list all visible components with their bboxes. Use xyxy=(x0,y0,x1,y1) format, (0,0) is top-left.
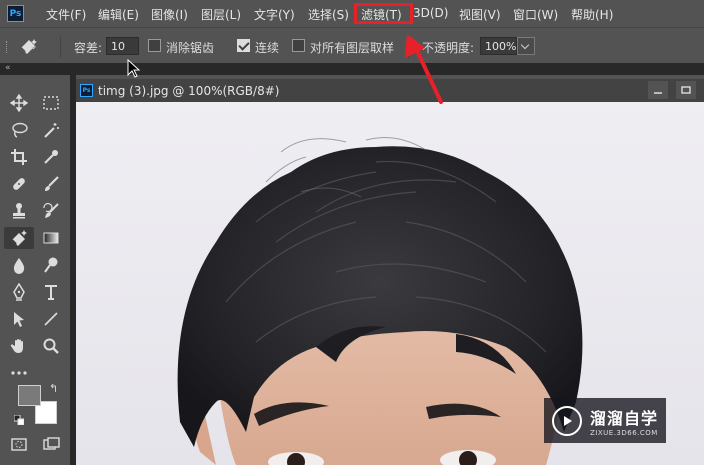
collapse-panel-icon[interactable]: « xyxy=(5,63,11,73)
more-tools-icon xyxy=(11,371,27,375)
gradient-icon xyxy=(43,232,59,244)
line-tool[interactable] xyxy=(38,308,64,330)
dodge-tool[interactable] xyxy=(38,254,64,276)
quick-mask-icon xyxy=(11,438,27,451)
opacity-dropdown-button[interactable] xyxy=(517,37,535,55)
clone-stamp-tool[interactable] xyxy=(6,200,32,222)
menu-image[interactable]: 图像(I) xyxy=(151,6,188,23)
pen-tool[interactable] xyxy=(6,281,32,303)
menu-layer[interactable]: 图层(L) xyxy=(201,6,241,23)
menu-select[interactable]: 选择(S) xyxy=(308,6,349,23)
panel-header-strip xyxy=(0,63,704,75)
line-icon xyxy=(44,312,58,326)
menu-help[interactable]: 帮助(H) xyxy=(571,6,613,23)
gradient-tool[interactable] xyxy=(38,227,64,249)
minimize-button[interactable] xyxy=(648,81,668,99)
antialias-checkbox[interactable] xyxy=(148,39,161,52)
type-tool[interactable] xyxy=(38,281,64,303)
menu-bar: Ps 文件(F) 编辑(E) 图像(I) 图层(L) 文字(Y) 选择(S) 滤… xyxy=(0,0,704,27)
screen-mode-icon xyxy=(43,437,60,450)
marquee-icon xyxy=(43,96,59,110)
watermark-url: ZIXUE.3D66.COM xyxy=(590,428,658,437)
eyedropper-tool[interactable] xyxy=(38,146,64,168)
crop-icon xyxy=(11,149,27,165)
annotation-arrow-icon xyxy=(405,34,443,104)
blur-tool[interactable] xyxy=(6,254,32,276)
clone-stamp-icon xyxy=(13,203,25,219)
maximize-icon xyxy=(681,86,691,94)
document-tab-bar: Ps timg (3).jpg @ 100%(RGB/8#) xyxy=(76,79,704,102)
document-ps-icon: Ps xyxy=(80,84,93,97)
dodge-icon xyxy=(44,257,58,273)
options-bar: 容差: 10 消除锯齿 连续 对所有图层取样 不透明度: 100% xyxy=(0,27,704,63)
zoom-icon xyxy=(43,338,59,354)
move-icon xyxy=(10,94,28,112)
contiguous-checkbox[interactable] xyxy=(237,39,250,52)
options-grip[interactable] xyxy=(6,41,9,53)
menu-edit[interactable]: 编辑(E) xyxy=(98,6,139,23)
watermark-play-icon xyxy=(552,405,582,436)
eraser-icon xyxy=(11,230,27,246)
path-selection-tool[interactable] xyxy=(6,308,32,330)
magic-wand-tool[interactable] xyxy=(38,119,64,141)
menu-type[interactable]: 文字(Y) xyxy=(254,6,295,23)
contiguous-label: 连续 xyxy=(255,41,280,55)
type-icon xyxy=(45,285,57,300)
sample-all-layers-checkbox[interactable] xyxy=(292,39,305,52)
menu-view[interactable]: 视图(V) xyxy=(459,6,501,23)
hand-tool[interactable] xyxy=(6,335,32,357)
marquee-tool[interactable] xyxy=(38,92,64,114)
tools-panel: ↰ xyxy=(0,75,70,465)
blur-icon xyxy=(13,258,25,274)
path-selection-icon xyxy=(14,312,24,327)
tolerance-input[interactable]: 10 xyxy=(106,37,139,55)
foreground-color-swatch[interactable] xyxy=(18,385,41,406)
magic-wand-icon xyxy=(44,123,59,138)
watermark: 溜溜自学 ZIXUE.3D66.COM xyxy=(544,398,666,443)
zoom-tool[interactable] xyxy=(38,335,64,357)
options-separator xyxy=(60,36,61,58)
brush-icon xyxy=(45,176,59,191)
menu-file[interactable]: 文件(F) xyxy=(46,6,86,23)
quick-mask-button[interactable] xyxy=(6,433,32,455)
default-colors-icon[interactable] xyxy=(13,414,25,426)
tolerance-label: 容差: xyxy=(74,41,103,55)
swap-colors-icon[interactable]: ↰ xyxy=(49,382,58,395)
filter-menu-highlight-box xyxy=(354,3,413,24)
history-brush-icon xyxy=(43,202,59,218)
document-tab-title[interactable]: timg (3).jpg @ 100%(RGB/8#) xyxy=(98,84,279,98)
magic-eraser-icon xyxy=(20,39,37,54)
hand-icon xyxy=(10,339,23,353)
crop-tool[interactable] xyxy=(6,146,32,168)
screen-mode-button[interactable] xyxy=(38,433,64,455)
menu-window[interactable]: 窗口(W) xyxy=(513,6,558,23)
move-tool[interactable] xyxy=(6,92,32,114)
pen-icon xyxy=(13,283,25,301)
tool-preset-picker[interactable] xyxy=(17,36,43,56)
watermark-title: 溜溜自学 xyxy=(590,408,659,428)
maximize-button[interactable] xyxy=(676,81,696,99)
minimize-icon xyxy=(654,92,662,94)
lasso-icon xyxy=(12,122,28,138)
history-brush-tool[interactable] xyxy=(38,200,64,222)
lasso-tool[interactable] xyxy=(6,119,32,141)
antialias-label: 消除锯齿 xyxy=(166,41,215,55)
healing-brush-tool[interactable] xyxy=(6,173,32,195)
sample-all-layers-label: 对所有图层取样 xyxy=(310,41,395,55)
healing-brush-icon xyxy=(13,178,25,190)
brush-tool[interactable] xyxy=(38,173,64,195)
opacity-input[interactable]: 100% xyxy=(480,37,517,55)
eyedropper-icon xyxy=(44,150,58,164)
eraser-tool[interactable] xyxy=(4,227,34,249)
menu-3d[interactable]: 3D(D) xyxy=(413,6,448,20)
photoshop-logo-icon[interactable]: Ps xyxy=(7,5,24,22)
mouse-cursor-icon xyxy=(127,59,141,78)
more-tools-button[interactable] xyxy=(6,362,32,384)
